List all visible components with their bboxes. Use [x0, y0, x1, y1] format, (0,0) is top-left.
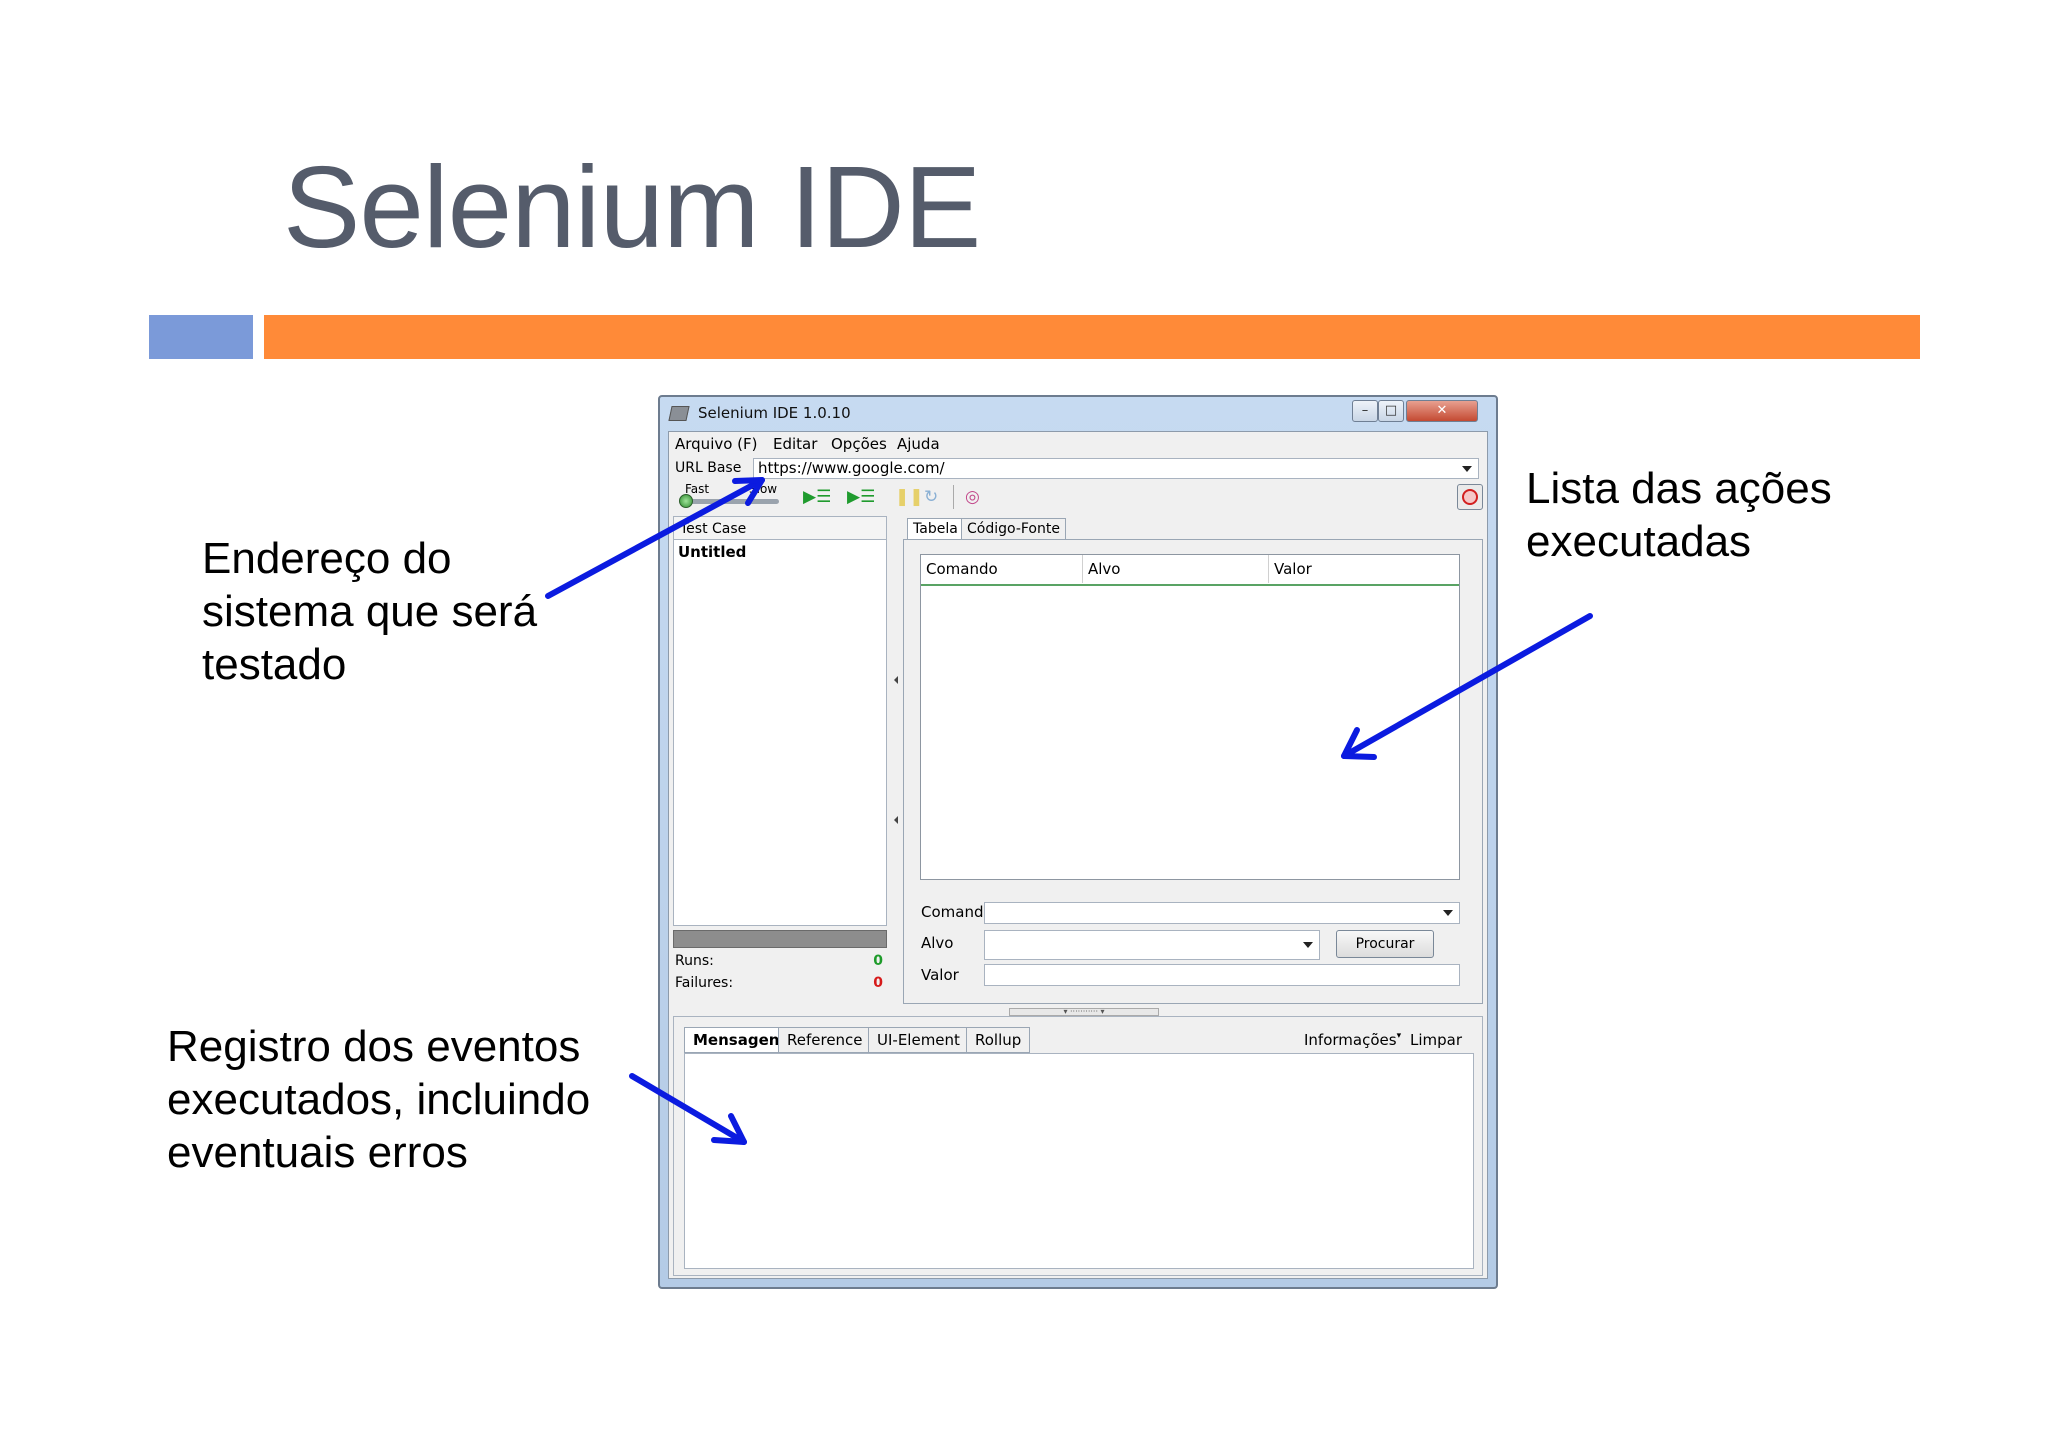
- app-icon: [668, 406, 690, 421]
- failures-stat: Failures: 0: [675, 975, 885, 991]
- callout-actions: Lista das ações executadas: [1526, 462, 1832, 568]
- log-area[interactable]: [684, 1053, 1474, 1269]
- speed-slider-track[interactable]: [683, 499, 779, 504]
- base-url-input[interactable]: https://www.google.com/: [753, 458, 1479, 479]
- callout-address-line: testado: [202, 640, 347, 689]
- tab-reference[interactable]: Reference: [778, 1027, 872, 1053]
- window-client: Arquivo (F) Editar Opções Ajuda URL Base…: [668, 431, 1488, 1279]
- test-case-panel: Test Case Untitled Runs: 0 Failures: 0: [673, 516, 887, 1004]
- test-case-header: Test Case: [673, 516, 887, 540]
- horizontal-splitter[interactable]: ▾ ··········· ▾: [1009, 1008, 1159, 1016]
- editor-tab-content: Comando Alvo Valor Comando Alvo Procurar…: [903, 539, 1483, 1004]
- base-url-row: URL Base https://www.google.com/: [669, 456, 1487, 482]
- menu-opcoes[interactable]: Opções: [831, 435, 887, 453]
- pause-icon[interactable]: ❚❚: [895, 488, 924, 506]
- title-bar[interactable]: Selenium IDE 1.0.10 – □ ✕: [660, 397, 1496, 429]
- callout-events: Registro dos eventos executados, incluin…: [167, 1020, 590, 1179]
- speed-slider-handle[interactable]: [679, 494, 693, 508]
- column-header-comando[interactable]: Comando: [921, 555, 1083, 583]
- failures-label: Failures:: [675, 975, 734, 991]
- command-table[interactable]: Comando Alvo Valor: [920, 554, 1460, 880]
- column-header-valor[interactable]: Valor: [1269, 555, 1460, 583]
- close-button[interactable]: ✕: [1406, 400, 1478, 422]
- callout-address-line: Endereço do: [202, 534, 452, 583]
- tab-rollup[interactable]: Rollup: [966, 1027, 1031, 1053]
- chevron-down-icon[interactable]: [1443, 910, 1453, 916]
- info-menu[interactable]: Informações▾: [1304, 1031, 1401, 1049]
- accent-bar-blue: [149, 315, 253, 359]
- record-button[interactable]: [1457, 484, 1483, 510]
- runs-value: 0: [873, 953, 883, 969]
- tab-tabela[interactable]: Tabela: [907, 518, 964, 540]
- callout-events-line: eventuais erros: [167, 1128, 468, 1177]
- callout-events-line: executados, incluindo: [167, 1075, 591, 1124]
- tab-codigo-fonte[interactable]: Código-Fonte: [961, 518, 1066, 540]
- runs-stat: Runs: 0: [675, 953, 885, 969]
- runs-label: Runs:: [675, 953, 714, 969]
- menu-arquivo[interactable]: Arquivo (F): [675, 435, 758, 453]
- collapse-left-icon[interactable]: [894, 676, 898, 684]
- toolbar-separator: [953, 485, 954, 509]
- menu-bar: Arquivo (F) Editar Opções Ajuda: [669, 432, 1487, 456]
- maximize-button[interactable]: □: [1378, 400, 1404, 422]
- slide-title: Selenium IDE: [283, 142, 981, 272]
- value-field[interactable]: [984, 964, 1460, 986]
- selenium-ide-window: Selenium IDE 1.0.10 – □ ✕ Arquivo (F) Ed…: [658, 395, 1498, 1289]
- target-field[interactable]: [984, 930, 1320, 960]
- find-button[interactable]: Procurar: [1336, 930, 1434, 958]
- command-field[interactable]: [984, 902, 1460, 924]
- base-url-label: URL Base: [675, 460, 742, 476]
- play-current-icon[interactable]: ▶☰: [847, 488, 875, 506]
- target-field-label: Alvo: [921, 934, 954, 952]
- clear-button[interactable]: Limpar: [1410, 1031, 1462, 1049]
- menu-ajuda[interactable]: Ajuda: [897, 435, 940, 453]
- toolbar: Fast Slow ▶☰ ▶☰ ❚❚ ↻ ◎: [669, 482, 1487, 512]
- failures-value: 0: [873, 975, 883, 991]
- test-case-list[interactable]: Untitled: [673, 540, 887, 926]
- value-field-label: Valor: [921, 966, 959, 984]
- menu-editar[interactable]: Editar: [773, 435, 817, 453]
- rollup-icon[interactable]: ◎: [965, 488, 980, 506]
- collapse-left-icon[interactable]: [894, 816, 898, 824]
- play-all-icon[interactable]: ▶☰: [803, 488, 831, 506]
- run-progress-bar: [673, 930, 887, 948]
- callout-address: Endereço do sistema que será testado: [202, 532, 537, 691]
- chevron-down-icon[interactable]: [1462, 466, 1472, 472]
- callout-address-line: sistema que será: [202, 587, 538, 636]
- chevron-down-icon[interactable]: [1303, 942, 1313, 948]
- callout-events-line: Registro dos eventos: [167, 1022, 581, 1071]
- log-panel: Mensagens Reference UI-Element Rollup In…: [673, 1016, 1483, 1276]
- step-icon[interactable]: ↻: [924, 488, 938, 506]
- editor-panel: Tabela Código-Fonte Comando Alvo Valor C…: [903, 516, 1483, 1004]
- info-menu-label: Informações: [1304, 1031, 1397, 1049]
- header-divider: [921, 584, 1459, 586]
- callout-actions-line: Lista das ações: [1526, 464, 1832, 513]
- command-field-label: Comando: [921, 903, 993, 921]
- column-header-alvo[interactable]: Alvo: [1083, 555, 1269, 583]
- chevron-down-icon: ▾: [1396, 1031, 1402, 1041]
- base-url-value: https://www.google.com/: [758, 459, 945, 477]
- minimize-button[interactable]: –: [1352, 400, 1378, 422]
- vertical-splitter[interactable]: [892, 516, 900, 1004]
- window-title: Selenium IDE 1.0.10: [698, 404, 851, 422]
- tab-ui-element[interactable]: UI-Element: [868, 1027, 969, 1053]
- accent-bar-orange: [264, 315, 1920, 359]
- record-icon: [1462, 489, 1478, 505]
- speed-slow-label: Slow: [749, 482, 778, 496]
- callout-actions-line: executadas: [1526, 517, 1752, 566]
- test-case-item[interactable]: Untitled: [678, 543, 746, 561]
